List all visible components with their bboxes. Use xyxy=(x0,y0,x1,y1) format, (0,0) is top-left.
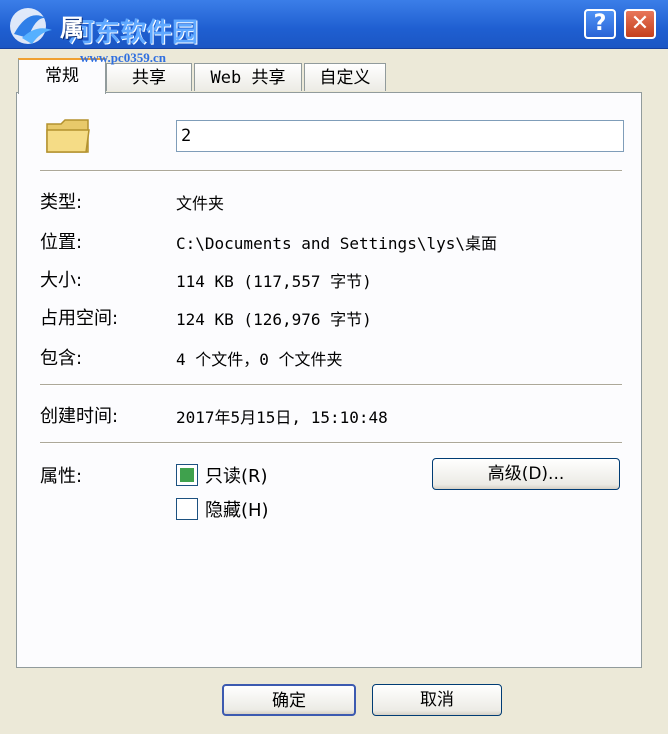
folder-name-input[interactable] xyxy=(176,120,624,152)
help-button[interactable]: ? xyxy=(584,9,616,39)
created-label: 创建时间: xyxy=(40,406,119,427)
attributes-label: 属性: xyxy=(40,466,83,487)
divider-2 xyxy=(40,384,622,386)
size-value: 114 KB (117,557 字节) xyxy=(176,272,372,291)
divider-1 xyxy=(40,170,622,172)
contains-label: 包含: xyxy=(40,348,83,369)
hidden-label[interactable]: 隐藏(H) xyxy=(205,496,269,522)
ok-button[interactable]: 确定 xyxy=(222,684,356,716)
contains-value: 4 个文件，0 个文件夹 xyxy=(176,350,343,369)
tab-sharing[interactable]: 共享 xyxy=(106,63,192,91)
tab-customize[interactable]: 自定义 xyxy=(304,63,386,91)
tab-web-sharing[interactable]: Web 共享 xyxy=(194,63,302,91)
title-bar[interactable]: 河东软件园 属 ? ✕ xyxy=(0,0,668,49)
cancel-button[interactable]: 取消 xyxy=(372,684,502,716)
watermark-logo: 河东软件园 xyxy=(6,4,246,48)
watermark-url: www.pc0359.cn xyxy=(80,50,166,65)
window-title: 属 xyxy=(60,14,84,42)
hidden-checkbox[interactable] xyxy=(176,498,198,520)
folder-icon xyxy=(46,119,90,153)
type-value: 文件夹 xyxy=(176,194,225,213)
tab-panel-general xyxy=(16,92,642,668)
size-on-disk-value: 124 KB (126,976 字节) xyxy=(176,310,372,329)
properties-dialog: 河东软件园 属 ? ✕ www.pc0359.cn 常规 共享 Web 共享 自… xyxy=(0,0,668,734)
close-button[interactable]: ✕ xyxy=(624,9,656,39)
readonly-label[interactable]: 只读(R) xyxy=(205,462,268,488)
watermark-text: 河东软件园 xyxy=(68,18,199,48)
divider-3 xyxy=(40,442,622,444)
advanced-button[interactable]: 高级(D)... xyxy=(432,458,620,490)
location-value: C:\Documents and Settings\lys\桌面 xyxy=(176,234,497,253)
location-label: 位置: xyxy=(40,232,83,253)
created-value: 2017年5月15日, 15:10:48 xyxy=(176,408,388,427)
type-label: 类型: xyxy=(40,192,83,213)
watermark-logo-icon xyxy=(10,8,52,44)
size-on-disk-label: 占用空间: xyxy=(40,308,119,329)
size-label: 大小: xyxy=(40,270,83,291)
readonly-checkbox[interactable] xyxy=(176,464,198,486)
